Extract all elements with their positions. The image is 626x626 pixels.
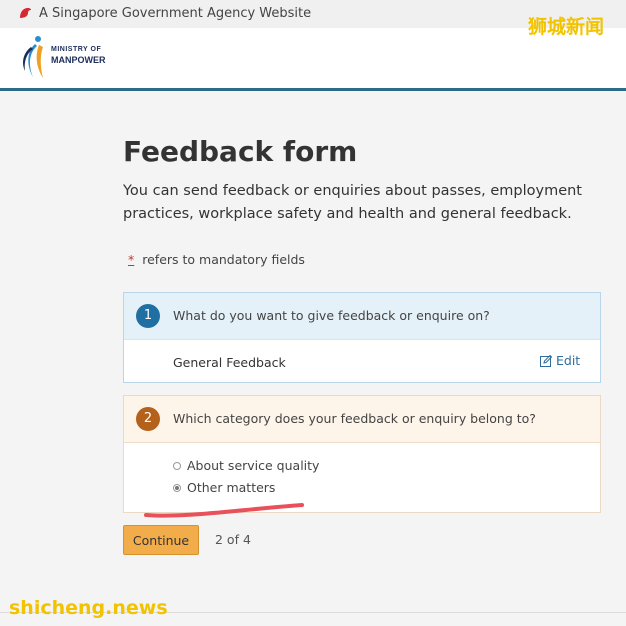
logo-line-1: MINISTRY OF [51,46,102,53]
mandatory-star: * [128,252,135,267]
radio-service-quality[interactable] [173,462,181,470]
step-2-panel: 2 Which category does your feedback or e… [123,395,601,513]
watermark-top-right: 狮城新闻 [528,16,605,38]
edit-icon [540,354,553,367]
gov-banner-text: A Singapore Government Agency Website [39,6,312,21]
option-service-quality-label: About service quality [187,458,320,473]
mandatory-note-text: refers to mandatory fields [142,252,305,267]
step-1-header: 1 What do you want to give feedback or e… [124,293,600,340]
option-other-matters-label: Other matters [187,480,276,495]
step-1-question: What do you want to give feedback or enq… [173,308,490,323]
header-divider [0,88,626,91]
step-2-header: 2 Which category does your feedback or e… [124,396,600,443]
step-2-badge: 2 [136,407,160,431]
singapore-lion-icon [18,6,32,24]
logo-line-2: MANPOWER [51,55,106,65]
watermark-bottom-left: shicheng.news [9,597,168,619]
step-1-badge: 1 [136,304,160,328]
mom-logo-icon[interactable] [15,35,51,85]
edit-link[interactable]: Edit [540,353,580,368]
step-1-panel: 1 What do you want to give feedback or e… [123,292,601,383]
step-counter: 2 of 4 [215,532,251,547]
page-title: Feedback form [123,135,358,168]
mandatory-note: * refers to mandatory fields [128,252,305,267]
step-2-question: Which category does your feedback or enq… [173,411,536,426]
option-other-matters[interactable]: Other matters [173,480,275,495]
radio-other-matters[interactable] [173,484,181,492]
edit-label: Edit [556,353,581,368]
option-service-quality[interactable]: About service quality [173,458,319,473]
page-intro: You can send feedback or enquiries about… [123,183,582,222]
continue-button[interactable]: Continue [123,525,199,555]
step-1-answer: General Feedback [173,355,286,370]
mom-logo-text[interactable]: MINISTRY OF MANPOWER [51,45,121,65]
